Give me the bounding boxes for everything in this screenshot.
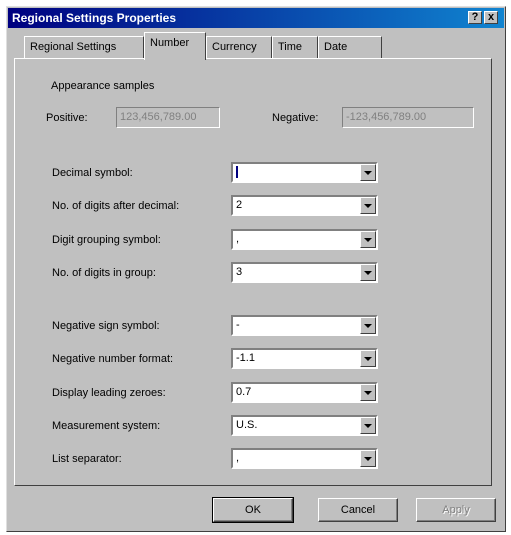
list-separator-value: ,: [236, 452, 240, 464]
digit-grouping-symbol-combo[interactable]: ,: [231, 229, 378, 250]
appearance-samples-label: Appearance samples: [48, 80, 158, 92]
digits-in-group-value: 3: [236, 266, 243, 278]
negative-sign-symbol-value: -: [236, 319, 240, 331]
title-bar[interactable]: Regional Settings Properties ? x: [8, 8, 504, 28]
list-separator-label: List separator:: [52, 453, 122, 465]
tab-regional-settings[interactable]: Regional Settings: [24, 36, 144, 58]
tab-time[interactable]: Time: [272, 36, 318, 58]
negative-number-format-combo[interactable]: -1.1: [231, 348, 378, 369]
decimal-symbol-combo[interactable]: [231, 162, 378, 183]
window-title: Regional Settings Properties: [12, 11, 177, 25]
negative-sign-symbol-label: Negative sign symbol:: [52, 320, 160, 332]
positive-sample: 123,456,789.00: [116, 107, 220, 128]
negative-sign-symbol-combo[interactable]: -: [231, 315, 378, 336]
chevron-down-icon[interactable]: [360, 450, 376, 467]
chevron-down-icon[interactable]: [360, 264, 376, 281]
tab-date[interactable]: Date: [318, 36, 382, 58]
decimal-symbol-label: Decimal symbol:: [52, 167, 133, 179]
display-leading-zeroes-value: 0.7: [236, 386, 252, 398]
digits-in-group-label: No. of digits in group:: [52, 267, 156, 279]
chevron-down-icon[interactable]: [360, 231, 376, 248]
measurement-system-combo[interactable]: U.S.: [231, 415, 378, 436]
chevron-down-icon[interactable]: [360, 384, 376, 401]
negative-number-format-label: Negative number format:: [52, 353, 174, 365]
text-caret: [236, 166, 238, 179]
chevron-down-icon[interactable]: [360, 317, 376, 334]
negative-number-format-value: -1.1: [236, 352, 255, 364]
digits-after-decimal-value: 2: [236, 199, 243, 211]
digits-after-decimal-combo[interactable]: 2: [231, 195, 378, 216]
list-separator-combo[interactable]: ,: [231, 448, 378, 469]
tab-currency[interactable]: Currency: [206, 36, 272, 58]
display-leading-zeroes-label: Display leading zeroes:: [52, 387, 166, 399]
ok-button[interactable]: OK: [212, 497, 294, 523]
cancel-button[interactable]: Cancel: [318, 498, 398, 522]
digit-grouping-symbol-value: ,: [236, 233, 240, 245]
negative-sample: -123,456,789.00: [342, 107, 474, 128]
negative-label: Negative:: [272, 112, 319, 124]
chevron-down-icon[interactable]: [360, 350, 376, 367]
measurement-system-label: Measurement system:: [52, 420, 161, 432]
digits-in-group-combo[interactable]: 3: [231, 262, 378, 283]
help-button[interactable]: ?: [468, 11, 482, 24]
digit-grouping-symbol-label: Digit grouping symbol:: [52, 234, 161, 246]
digits-after-decimal-label: No. of digits after decimal:: [52, 200, 180, 212]
apply-button[interactable]: Apply: [416, 498, 496, 522]
measurement-system-value: U.S.: [236, 419, 258, 431]
tab-number[interactable]: Number: [144, 32, 206, 60]
close-button[interactable]: x: [484, 11, 498, 24]
positive-label: Positive:: [46, 112, 88, 124]
chevron-down-icon[interactable]: [360, 197, 376, 214]
chevron-down-icon[interactable]: [360, 417, 376, 434]
display-leading-zeroes-combo[interactable]: 0.7: [231, 382, 378, 403]
chevron-down-icon[interactable]: [360, 164, 376, 181]
